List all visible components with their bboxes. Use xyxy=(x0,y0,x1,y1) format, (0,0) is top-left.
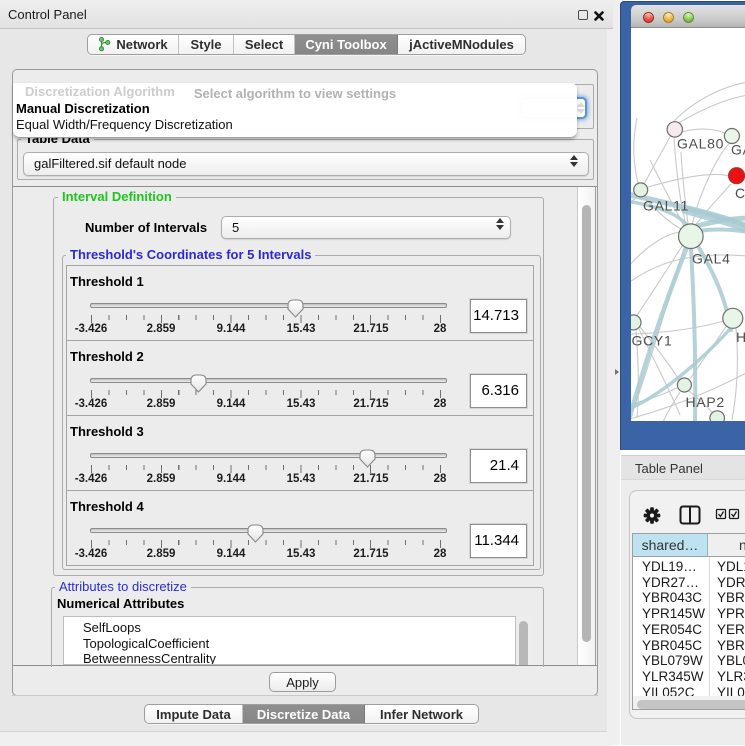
svg-text:C: C xyxy=(735,185,745,201)
svg-text:GCY1: GCY1 xyxy=(632,333,673,349)
svg-text:GAL4: GAL4 xyxy=(692,251,731,267)
svg-text:GAL11: GAL11 xyxy=(643,198,689,214)
svg-text:GAL80: GAL80 xyxy=(677,136,724,152)
svg-text:H: H xyxy=(736,329,745,345)
svg-text:GA: GA xyxy=(731,142,745,158)
svg-text:HAP2: HAP2 xyxy=(686,394,725,410)
